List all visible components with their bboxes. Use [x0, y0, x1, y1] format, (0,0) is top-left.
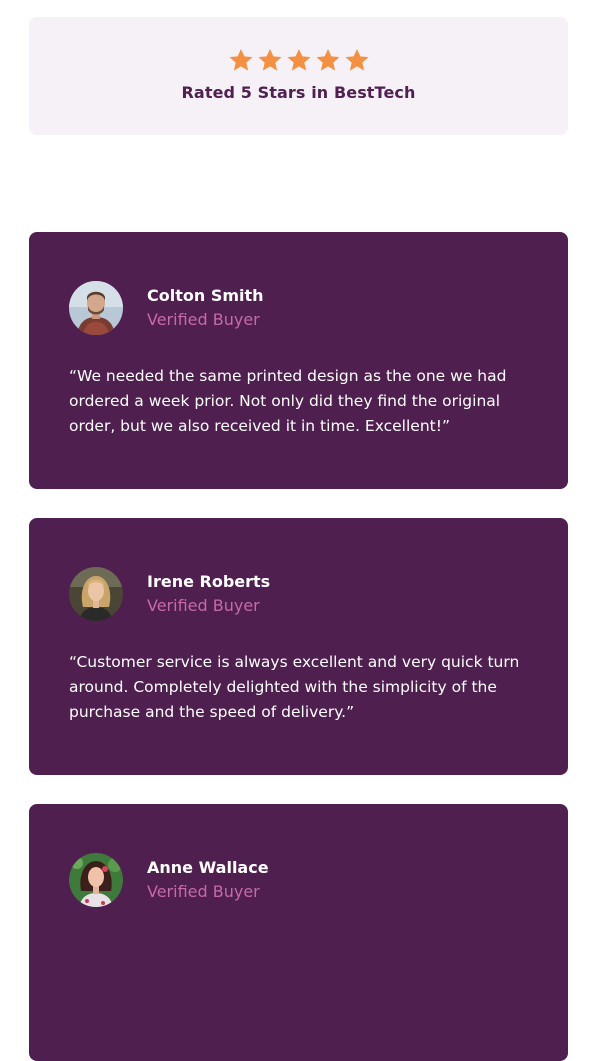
star-icon: [286, 47, 312, 73]
review-card: Colton Smith Verified Buyer “We needed t…: [29, 232, 568, 489]
star-rating: [29, 47, 568, 73]
reviewer-role: Verified Buyer: [147, 882, 260, 901]
star-icon: [228, 47, 254, 73]
review-card: Anne Wallace Verified Buyer: [29, 804, 568, 1061]
reviewer-role: Verified Buyer: [147, 310, 260, 329]
rating-summary-card: Rated 5 Stars in BestTech: [29, 17, 568, 135]
review-quote: “Customer service is always excellent an…: [69, 653, 520, 721]
avatar: [69, 567, 123, 621]
review-quote: “We needed the same printed design as th…: [69, 367, 507, 435]
review-card: Irene Roberts Verified Buyer “Customer s…: [29, 518, 568, 775]
star-icon: [257, 47, 283, 73]
rating-summary-text: Rated 5 Stars in BestTech: [181, 83, 416, 102]
reviewer-name: Anne Wallace: [147, 858, 269, 877]
reviewer-name: Colton Smith: [147, 286, 264, 305]
reviewer-name: Irene Roberts: [147, 572, 271, 591]
avatar: [69, 281, 123, 335]
reviewer-role: Verified Buyer: [147, 596, 260, 615]
star-icon: [315, 47, 341, 73]
avatar: [69, 853, 123, 907]
star-icon: [344, 47, 370, 73]
